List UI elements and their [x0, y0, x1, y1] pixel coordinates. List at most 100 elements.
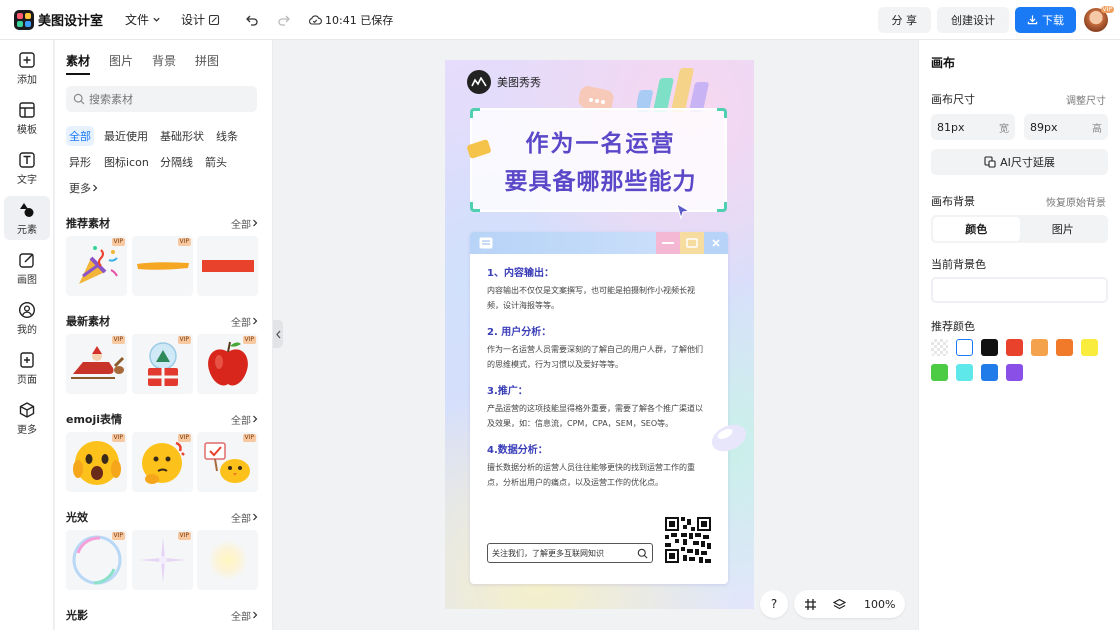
- see-all-link[interactable]: 全部: [231, 412, 259, 427]
- design-poster[interactable]: 美图秀秀 作为一名运营 要具备哪那些能力 1、内容输出： 内容输出不仅仅是文案撰…: [445, 60, 754, 609]
- height-field[interactable]: 89px 高: [1024, 114, 1108, 140]
- asset-snow-globe-gift[interactable]: VIP: [132, 334, 193, 394]
- chip-all[interactable]: 全部: [66, 126, 94, 146]
- poster-content-window[interactable]: 1、内容输出： 内容输出不仅仅是文案撰写，也可能是拍摄制作小视频长视频，设计海报…: [470, 232, 728, 584]
- layers-button[interactable]: [833, 598, 846, 611]
- window-body: 1、内容输出： 内容输出不仅仅是文案撰写，也可能是拍摄制作小视频长视频，设计海报…: [470, 254, 728, 490]
- asset-light-sparkle[interactable]: VIP: [132, 530, 193, 590]
- tab-materials[interactable]: 素材: [66, 52, 91, 75]
- swatch-light-orange[interactable]: [1031, 339, 1048, 356]
- width-field[interactable]: 81px 宽: [931, 114, 1015, 140]
- swatch-black[interactable]: [981, 339, 998, 356]
- nav-page[interactable]: 页面: [4, 346, 50, 390]
- asset-party-popper[interactable]: VIP: [66, 236, 127, 296]
- search-input[interactable]: [89, 92, 239, 106]
- chip-lines[interactable]: 线条: [213, 126, 241, 146]
- ai-size-extend-button[interactable]: AI尺寸延展: [931, 149, 1108, 175]
- chevron-left-icon: [275, 330, 280, 338]
- section-title: 光影: [66, 609, 88, 622]
- section-recommended: 推荐素材 全部: [66, 215, 259, 231]
- poster-title-card[interactable]: 作为一名运营 要具备哪那些能力: [470, 108, 727, 212]
- tab-backgrounds[interactable]: 背景: [152, 52, 176, 75]
- asset-red-apple[interactable]: VIP: [197, 334, 258, 394]
- create-design-button[interactable]: 创建设计: [937, 6, 1009, 33]
- section-heading: 4.数据分析：: [487, 445, 548, 456]
- section-body: 作为一名运营人员需要深刻的了解自己的用户人群，了解他们的思维模式，行为习惯以及爱…: [487, 345, 703, 369]
- zoom-level[interactable]: 100%: [864, 598, 895, 611]
- asset-emoji-thinking[interactable]: VIP: [132, 432, 193, 492]
- swatch-white[interactable]: [956, 339, 973, 356]
- asset-brush-stroke-orange[interactable]: VIP: [132, 236, 193, 296]
- red-rectangle-shape: [201, 260, 254, 272]
- bg-image-tab[interactable]: 图片: [1020, 217, 1107, 241]
- tab-images[interactable]: 图片: [109, 52, 133, 75]
- download-button[interactable]: 下载: [1015, 6, 1076, 33]
- chip-basic-shapes[interactable]: 基础形状: [157, 126, 207, 146]
- asset-emoji-chick[interactable]: VIP: [197, 432, 258, 492]
- see-all-link[interactable]: 全部: [231, 510, 259, 525]
- restore-bg-link[interactable]: 恢复原始背景: [1046, 194, 1106, 209]
- nav-text[interactable]: 文字: [4, 146, 50, 190]
- swatch-red[interactable]: [1006, 339, 1023, 356]
- design-menu[interactable]: 设计: [181, 11, 220, 28]
- swatch-cyan[interactable]: [956, 364, 973, 381]
- avatar[interactable]: VIP: [1084, 5, 1114, 32]
- see-all-link[interactable]: 全部: [231, 216, 259, 231]
- nav-template[interactable]: 模板: [4, 96, 50, 140]
- swatch-yellow[interactable]: [1081, 339, 1098, 356]
- page-add-icon: [20, 351, 34, 368]
- tab-collage[interactable]: 拼图: [195, 52, 219, 75]
- swatch-transparent[interactable]: [931, 339, 948, 356]
- asset-search[interactable]: [66, 86, 257, 112]
- asset-light-bubble[interactable]: VIP: [66, 530, 127, 590]
- section-heading: 3.推广：: [487, 386, 528, 397]
- top-bar: 美图设计室 文件 设计 10:41 已保存 分 享 创建设计 下载 VIP: [0, 0, 1120, 40]
- asset-santa-sleigh[interactable]: VIP: [66, 334, 127, 394]
- chip-icons[interactable]: 图标icon: [101, 152, 152, 172]
- swatch-green[interactable]: [931, 364, 948, 381]
- collapse-panel-handle[interactable]: [273, 320, 283, 348]
- vip-badge: VIP: [111, 238, 125, 246]
- bg-color-tab[interactable]: 颜色: [933, 217, 1020, 241]
- canvas-area: 美图秀秀 作为一名运营 要具备哪那些能力 1、内容输出： 内容输出不仅仅是文案撰…: [273, 40, 918, 630]
- see-all-link[interactable]: 全部: [231, 608, 259, 623]
- see-all-label: 全部: [231, 317, 251, 329]
- app-logo[interactable]: 美图设计室: [14, 9, 103, 30]
- chip-recent[interactable]: 最近使用: [101, 126, 151, 146]
- nav-more[interactable]: 更多: [4, 396, 50, 440]
- swatch-orange[interactable]: [1056, 339, 1073, 356]
- see-all-link[interactable]: 全部: [231, 314, 259, 329]
- nav-mine[interactable]: 我的: [4, 296, 50, 340]
- chip-arrows[interactable]: 箭头: [202, 152, 230, 172]
- current-bg-color-field[interactable]: [931, 277, 1108, 303]
- redo-button[interactable]: [274, 10, 294, 30]
- save-status-text: 10:41 已保存: [325, 13, 394, 27]
- window-maximize-icon: [680, 232, 704, 254]
- text-icon: [19, 151, 35, 168]
- chip-special-shapes[interactable]: 异形: [66, 152, 94, 172]
- swatch-purple[interactable]: [1006, 364, 1023, 381]
- draw-icon: [19, 252, 34, 268]
- asset-red-rectangle[interactable]: [197, 236, 258, 296]
- chip-dividers[interactable]: 分隔线: [157, 152, 196, 172]
- follow-text: 关注我们，了解更多互联网知识: [492, 548, 604, 558]
- save-status: 10:41 已保存: [308, 12, 393, 28]
- swatch-blue[interactable]: [981, 364, 998, 381]
- undo-button[interactable]: [242, 10, 262, 30]
- chevron-right-icon: [253, 219, 258, 227]
- share-button[interactable]: 分 享: [877, 6, 931, 33]
- grid-toggle-button[interactable]: [804, 598, 817, 611]
- file-menu[interactable]: 文件: [125, 11, 161, 28]
- asset-light-glow[interactable]: [197, 530, 258, 590]
- nav-elements[interactable]: 元素: [4, 196, 50, 240]
- vip-badge: VIP: [111, 434, 125, 442]
- chip-more[interactable]: 更多: [66, 178, 102, 198]
- nav-draw[interactable]: 画图: [4, 246, 50, 290]
- adjust-size-link[interactable]: 调整尺寸: [1066, 92, 1106, 107]
- section-light-effects: 光效 全部: [66, 509, 259, 525]
- apple-icon: [207, 341, 248, 386]
- help-button[interactable]: ?: [760, 590, 788, 618]
- nav-add[interactable]: 添加: [4, 46, 50, 90]
- canvas-view-controls: 100%: [794, 590, 906, 618]
- asset-emoji-shocked[interactable]: VIP: [66, 432, 127, 492]
